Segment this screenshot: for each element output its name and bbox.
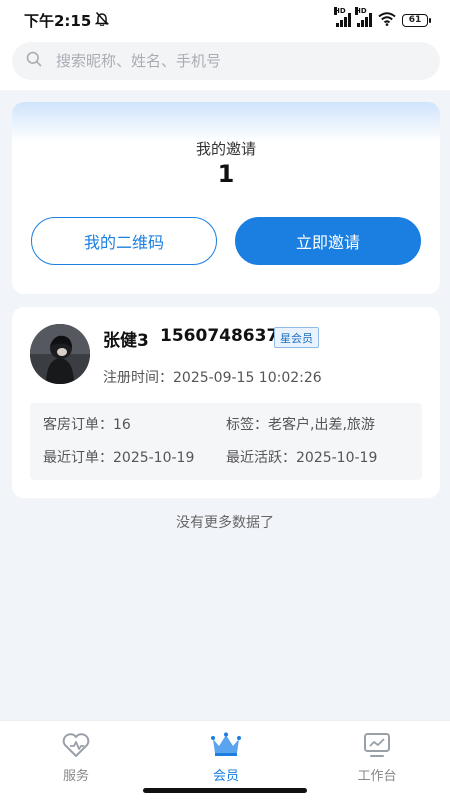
mute-bell-icon	[95, 11, 110, 30]
room-orders: 客房订单：16	[43, 417, 131, 433]
wifi-icon	[378, 11, 396, 30]
home-indicator[interactable]	[143, 788, 307, 793]
status-time: 下午2:15	[24, 11, 92, 30]
crown-icon	[176, 729, 276, 761]
signal-icon-2: HD	[355, 7, 372, 27]
signal-icon: HD	[334, 7, 351, 27]
member-phone: 15607486378	[160, 326, 291, 346]
battery-icon: 61	[402, 13, 431, 27]
search-icon	[26, 51, 42, 71]
search-box[interactable]	[12, 42, 440, 80]
member-stats: 客房订单：16 标签：老客户,出差,旅游 最近订单：2025-10-19 最近活…	[30, 403, 422, 480]
member-name: 张健3	[103, 331, 149, 351]
avatar	[30, 324, 90, 384]
member-card[interactable]: 张健3 15607486378 星会员 注册时间：2025-09-15 10:0…	[12, 307, 440, 498]
status-left: 下午2:15	[24, 10, 110, 31]
recent-order: 最近订单：2025-10-19	[43, 450, 195, 466]
invite-now-button[interactable]: 立即邀请	[235, 217, 421, 265]
search-area	[0, 40, 450, 90]
nav-item-member[interactable]: 会员	[176, 729, 276, 793]
nav-label-workbench: 工作台	[357, 769, 397, 784]
service-icon	[26, 729, 126, 761]
battery-level: 61	[408, 15, 422, 25]
invite-card-gradient	[12, 102, 440, 142]
nav-item-service[interactable]: 服务	[26, 729, 126, 793]
invite-count: 1	[217, 160, 235, 188]
recent-active: 最近活跃：2025-10-19	[226, 450, 378, 466]
nav-label-member: 会员	[212, 769, 239, 784]
no-more-data: 没有更多数据了	[176, 515, 274, 531]
nav-item-workbench[interactable]: 工作台	[327, 729, 427, 793]
invite-title: 我的邀请	[195, 140, 256, 158]
my-qrcode-button[interactable]: 我的二维码	[31, 217, 217, 265]
search-input[interactable]	[56, 52, 416, 70]
register-time: 注册时间：2025-09-15 10:02:26	[103, 370, 322, 386]
member-tags: 标签：老客户,出差,旅游	[226, 417, 375, 433]
workbench-icon	[327, 729, 427, 761]
status-bar: 下午2:15 HD HD 61	[0, 0, 450, 40]
status-right: HD HD 61	[334, 7, 431, 30]
member-level-badge: 星会员	[274, 327, 319, 348]
invite-card: 我的邀请 1 我的二维码 立即邀请	[12, 102, 440, 294]
nav-label-service: 服务	[62, 769, 89, 784]
